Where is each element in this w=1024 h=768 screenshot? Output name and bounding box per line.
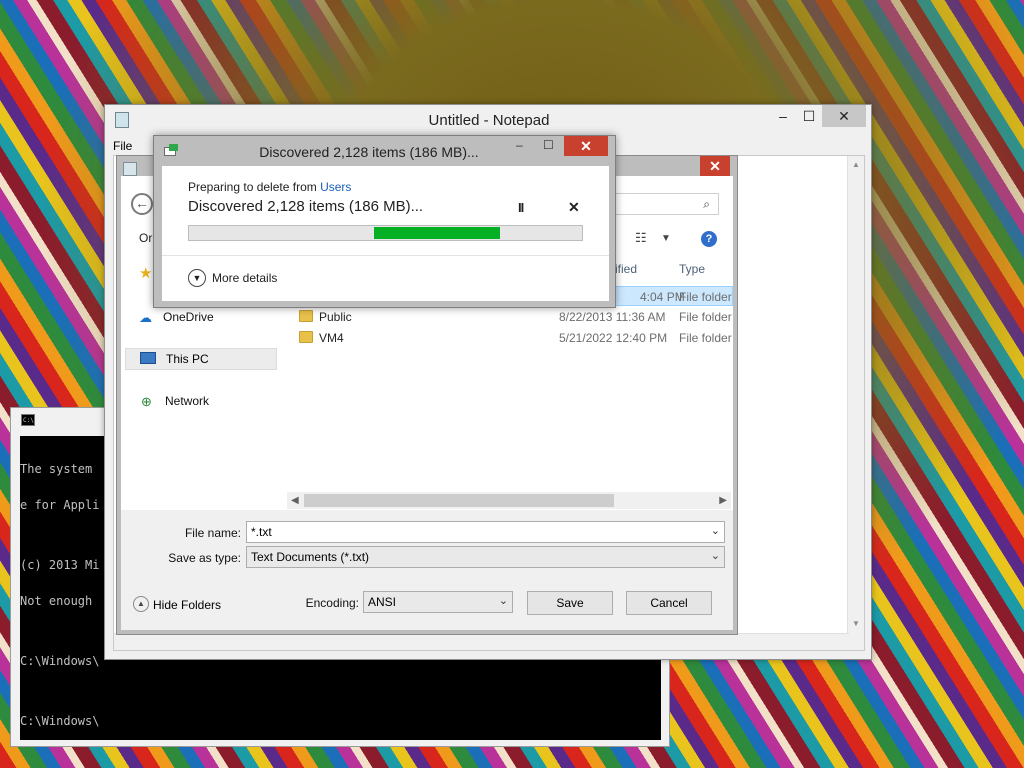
nav-item-thispc[interactable]: This PC [125,348,277,370]
back-arrow-icon[interactable]: ← [131,193,153,215]
save-button[interactable]: Save [527,591,613,615]
users-link[interactable]: Users [320,180,351,194]
row-date: 5/21/2022 12:40 PM [559,331,668,345]
table-row[interactable]: VM4 5/21/2022 12:40 PM File folder [281,328,733,348]
search-input[interactable]: ⌕ [613,193,719,215]
view-options-icon[interactable]: ☷ [635,230,647,246]
menu-file[interactable]: File [113,139,132,153]
nav-label: Network [165,394,210,408]
progress-titlebar[interactable]: Discovered 2,128 items (186 MB)... – ☐ ✕ [154,136,615,164]
save-type-select[interactable]: Text Documents (*.txt) ⌄ [246,546,725,568]
divider [162,255,609,256]
save-options-panel: File name: *.txt ⌄ Save as type: Text Do… [121,510,733,630]
file-list-horizontal-scrollbar[interactable]: ◀ ▶ [287,492,731,509]
horizontal-scrollbar[interactable] [114,633,849,650]
chevron-down-icon[interactable]: ▼ [188,269,206,287]
save-type-value: Text Documents (*.txt) [251,550,370,564]
column-type[interactable]: Type [679,262,705,276]
maximize-button[interactable]: ☐ [543,138,554,152]
minimize-button[interactable]: – [516,138,523,152]
encoding-label: Encoding: [305,596,359,610]
nav-label: OneDrive [163,310,214,324]
row-name: Public [319,310,352,324]
preparing-text: Preparing to delete from Users [188,180,351,194]
search-icon: ⌕ [703,197,710,211]
save-as-close-button[interactable]: ✕ [700,156,730,176]
progress-body: Preparing to delete from Users Discovere… [162,166,609,301]
cancel-icon[interactable]: ✕ [568,199,580,216]
maximize-button[interactable]: ☐ [796,105,822,127]
organize-menu[interactable]: Or [139,231,152,245]
dialog-icon [123,162,137,176]
folder-icon [299,331,313,343]
cloud-icon: ☁ [139,310,152,325]
chevron-down-icon[interactable]: ⌄ [499,594,508,607]
save-type-label: Save as type: [168,551,241,565]
file-name-input[interactable]: *.txt ⌄ [246,521,725,543]
notepad-title: Untitled - Notepad [428,112,550,129]
column-date-modified[interactable]: ified [615,262,637,276]
cancel-button[interactable]: Cancel [626,591,712,615]
scroll-right-icon[interactable]: ▶ [719,492,727,509]
progress-status: Discovered 2,128 items (186 MB)... [188,198,424,215]
progress-close-button[interactable]: ✕ [564,136,608,156]
folder-icon [299,310,313,322]
favorites-star-icon[interactable]: ★ [139,264,152,282]
chevron-down-icon[interactable]: ▼ [661,233,671,244]
vertical-scrollbar[interactable]: ▲ ▼ [847,156,864,650]
scrollbar-thumb[interactable] [304,494,614,507]
chevron-down-icon[interactable]: ⌄ [711,549,720,562]
cmd-line: C:\Windows\ [20,714,100,728]
encoding-select[interactable]: ANSI ⌄ [363,591,513,613]
cmd-icon [21,414,35,426]
scroll-left-icon[interactable]: ◀ [291,492,299,509]
row-date: 8/22/2013 11:36 AM [559,310,666,324]
progress-bar-fill [374,227,500,239]
row-type: File folder [679,331,732,345]
notepad-titlebar[interactable]: Untitled - Notepad – ☐ ✕ [105,105,871,135]
table-row[interactable]: Public 8/22/2013 11:36 AM File folder [281,307,733,327]
more-details-button[interactable]: More details [212,271,277,285]
delete-progress-dialog[interactable]: Discovered 2,128 items (186 MB)... – ☐ ✕… [153,135,616,308]
file-name-label: File name: [184,526,241,540]
pause-icon[interactable]: II [518,200,524,215]
hide-folders-label: Hide Folders [153,598,222,612]
progress-bar [188,225,583,241]
nav-label: This PC [166,352,209,366]
computer-icon [140,352,156,364]
file-name-value: *.txt [251,525,272,539]
scroll-down-icon[interactable]: ▼ [852,619,860,628]
close-button[interactable]: ✕ [822,105,866,127]
preparing-label: Preparing to delete from [188,180,321,194]
minimize-button[interactable]: – [770,105,796,127]
scroll-up-icon[interactable]: ▲ [852,160,860,169]
row-date: 4:04 PM [640,290,685,304]
chevron-down-icon[interactable]: ⌄ [711,524,720,537]
row-name: VM4 [319,331,344,345]
network-icon: ⊕ [141,394,152,409]
encoding-value: ANSI [368,595,397,609]
chevron-up-icon: ▲ [133,596,149,612]
row-type: File folder [679,310,732,324]
row-type: File folder [679,290,732,304]
help-icon[interactable]: ? [701,231,717,247]
